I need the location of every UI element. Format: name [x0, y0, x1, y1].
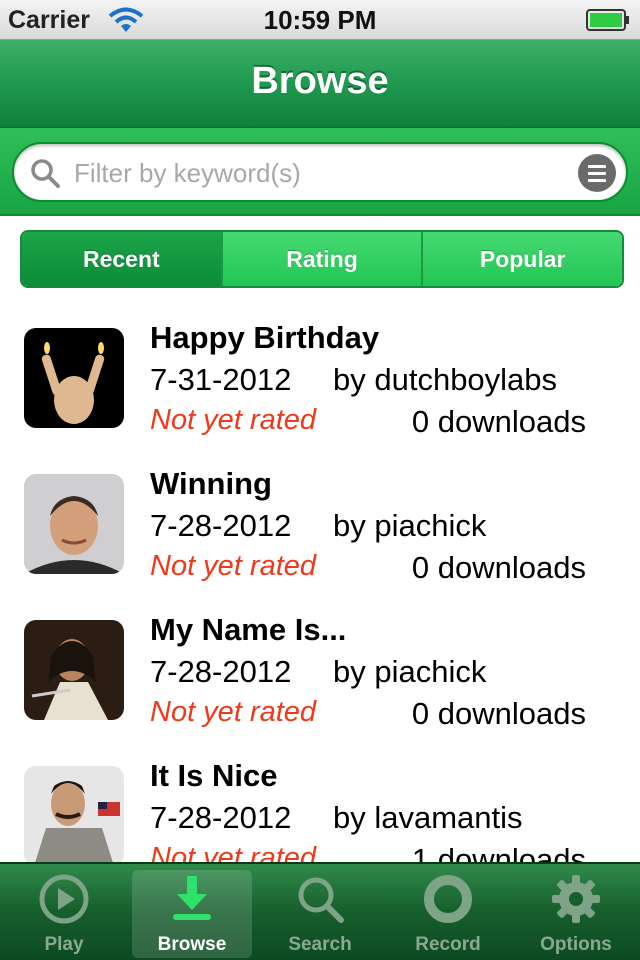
list-item[interactable]: It Is Nice 7-28-2012 by lavamantis Not y…	[0, 738, 640, 862]
item-downloads: 1 downloads	[411, 842, 586, 862]
item-rating: Not yet rated	[150, 696, 317, 728]
item-author: by piachick	[333, 654, 487, 689]
tab-bar: Play Browse Search Record Options	[0, 862, 640, 960]
list-item[interactable]: My Name Is... 7-28-2012 by piachick Not …	[0, 592, 640, 738]
record-icon	[424, 875, 472, 923]
item-author: by piachick	[333, 508, 487, 543]
item-downloads: 0 downloads	[411, 404, 586, 439]
download-icon	[173, 876, 211, 920]
item-rating: Not yet rated	[150, 842, 317, 862]
thumbnail-image	[24, 328, 124, 428]
item-downloads: 0 downloads	[411, 696, 586, 731]
segment-rating[interactable]: Rating	[220, 232, 422, 286]
tab-record[interactable]: Record	[384, 864, 512, 960]
recordings-list: Happy Birthday 7-31-2012 by dutchboylabs…	[0, 300, 640, 862]
tab-label: Browse	[157, 934, 227, 955]
list-item[interactable]: Winning 7-28-2012 by piachick Not yet ra…	[0, 446, 640, 592]
tab-label: Options	[540, 934, 612, 955]
item-author: by lavamantis	[333, 800, 523, 835]
search-input[interactable]	[74, 156, 564, 190]
tab-label: Search	[288, 934, 352, 955]
search-field[interactable]	[12, 142, 628, 202]
search-icon	[298, 877, 344, 923]
search-icon	[31, 159, 60, 188]
item-author: by dutchboylabs	[333, 362, 558, 397]
item-date: 7-28-2012	[150, 800, 292, 835]
thumbnail-image	[24, 620, 124, 720]
segment-popular[interactable]: Popular	[421, 232, 622, 286]
thumbnail-image	[24, 474, 124, 574]
status-bar: Carrier 10:59 PM	[0, 0, 640, 40]
thumbnail-image	[24, 766, 124, 862]
item-rating: Not yet rated	[150, 550, 317, 582]
play-icon	[39, 874, 89, 924]
battery-icon	[586, 9, 629, 31]
page-title: Browse	[251, 60, 389, 102]
item-date: 7-28-2012	[150, 654, 292, 689]
nav-bar: Browse	[0, 40, 640, 128]
item-rating: Not yet rated	[150, 404, 317, 436]
item-title: Winning	[150, 466, 272, 501]
item-title: Happy Birthday	[150, 320, 380, 355]
item-title: My Name Is...	[150, 612, 347, 647]
tab-label: Play	[44, 934, 84, 955]
item-date: 7-31-2012	[150, 362, 292, 397]
tab-play[interactable]: Play	[0, 864, 128, 960]
item-downloads: 0 downloads	[411, 550, 586, 585]
tab-browse[interactable]: Browse	[128, 864, 256, 960]
sort-segmented-control: Recent Rating Popular	[20, 230, 624, 288]
segment-recent[interactable]: Recent	[22, 232, 221, 286]
tab-label: Record	[415, 934, 481, 955]
list-item[interactable]: Happy Birthday 7-31-2012 by dutchboylabs…	[0, 300, 640, 446]
tab-search[interactable]: Search	[256, 864, 384, 960]
search-bar	[0, 128, 640, 216]
gear-icon	[552, 875, 600, 923]
item-title: It Is Nice	[150, 758, 278, 793]
menu-icon[interactable]	[578, 154, 616, 192]
status-time: 10:59 PM	[263, 5, 377, 35]
item-date: 7-28-2012	[150, 508, 292, 543]
tab-options[interactable]: Options	[512, 864, 640, 960]
